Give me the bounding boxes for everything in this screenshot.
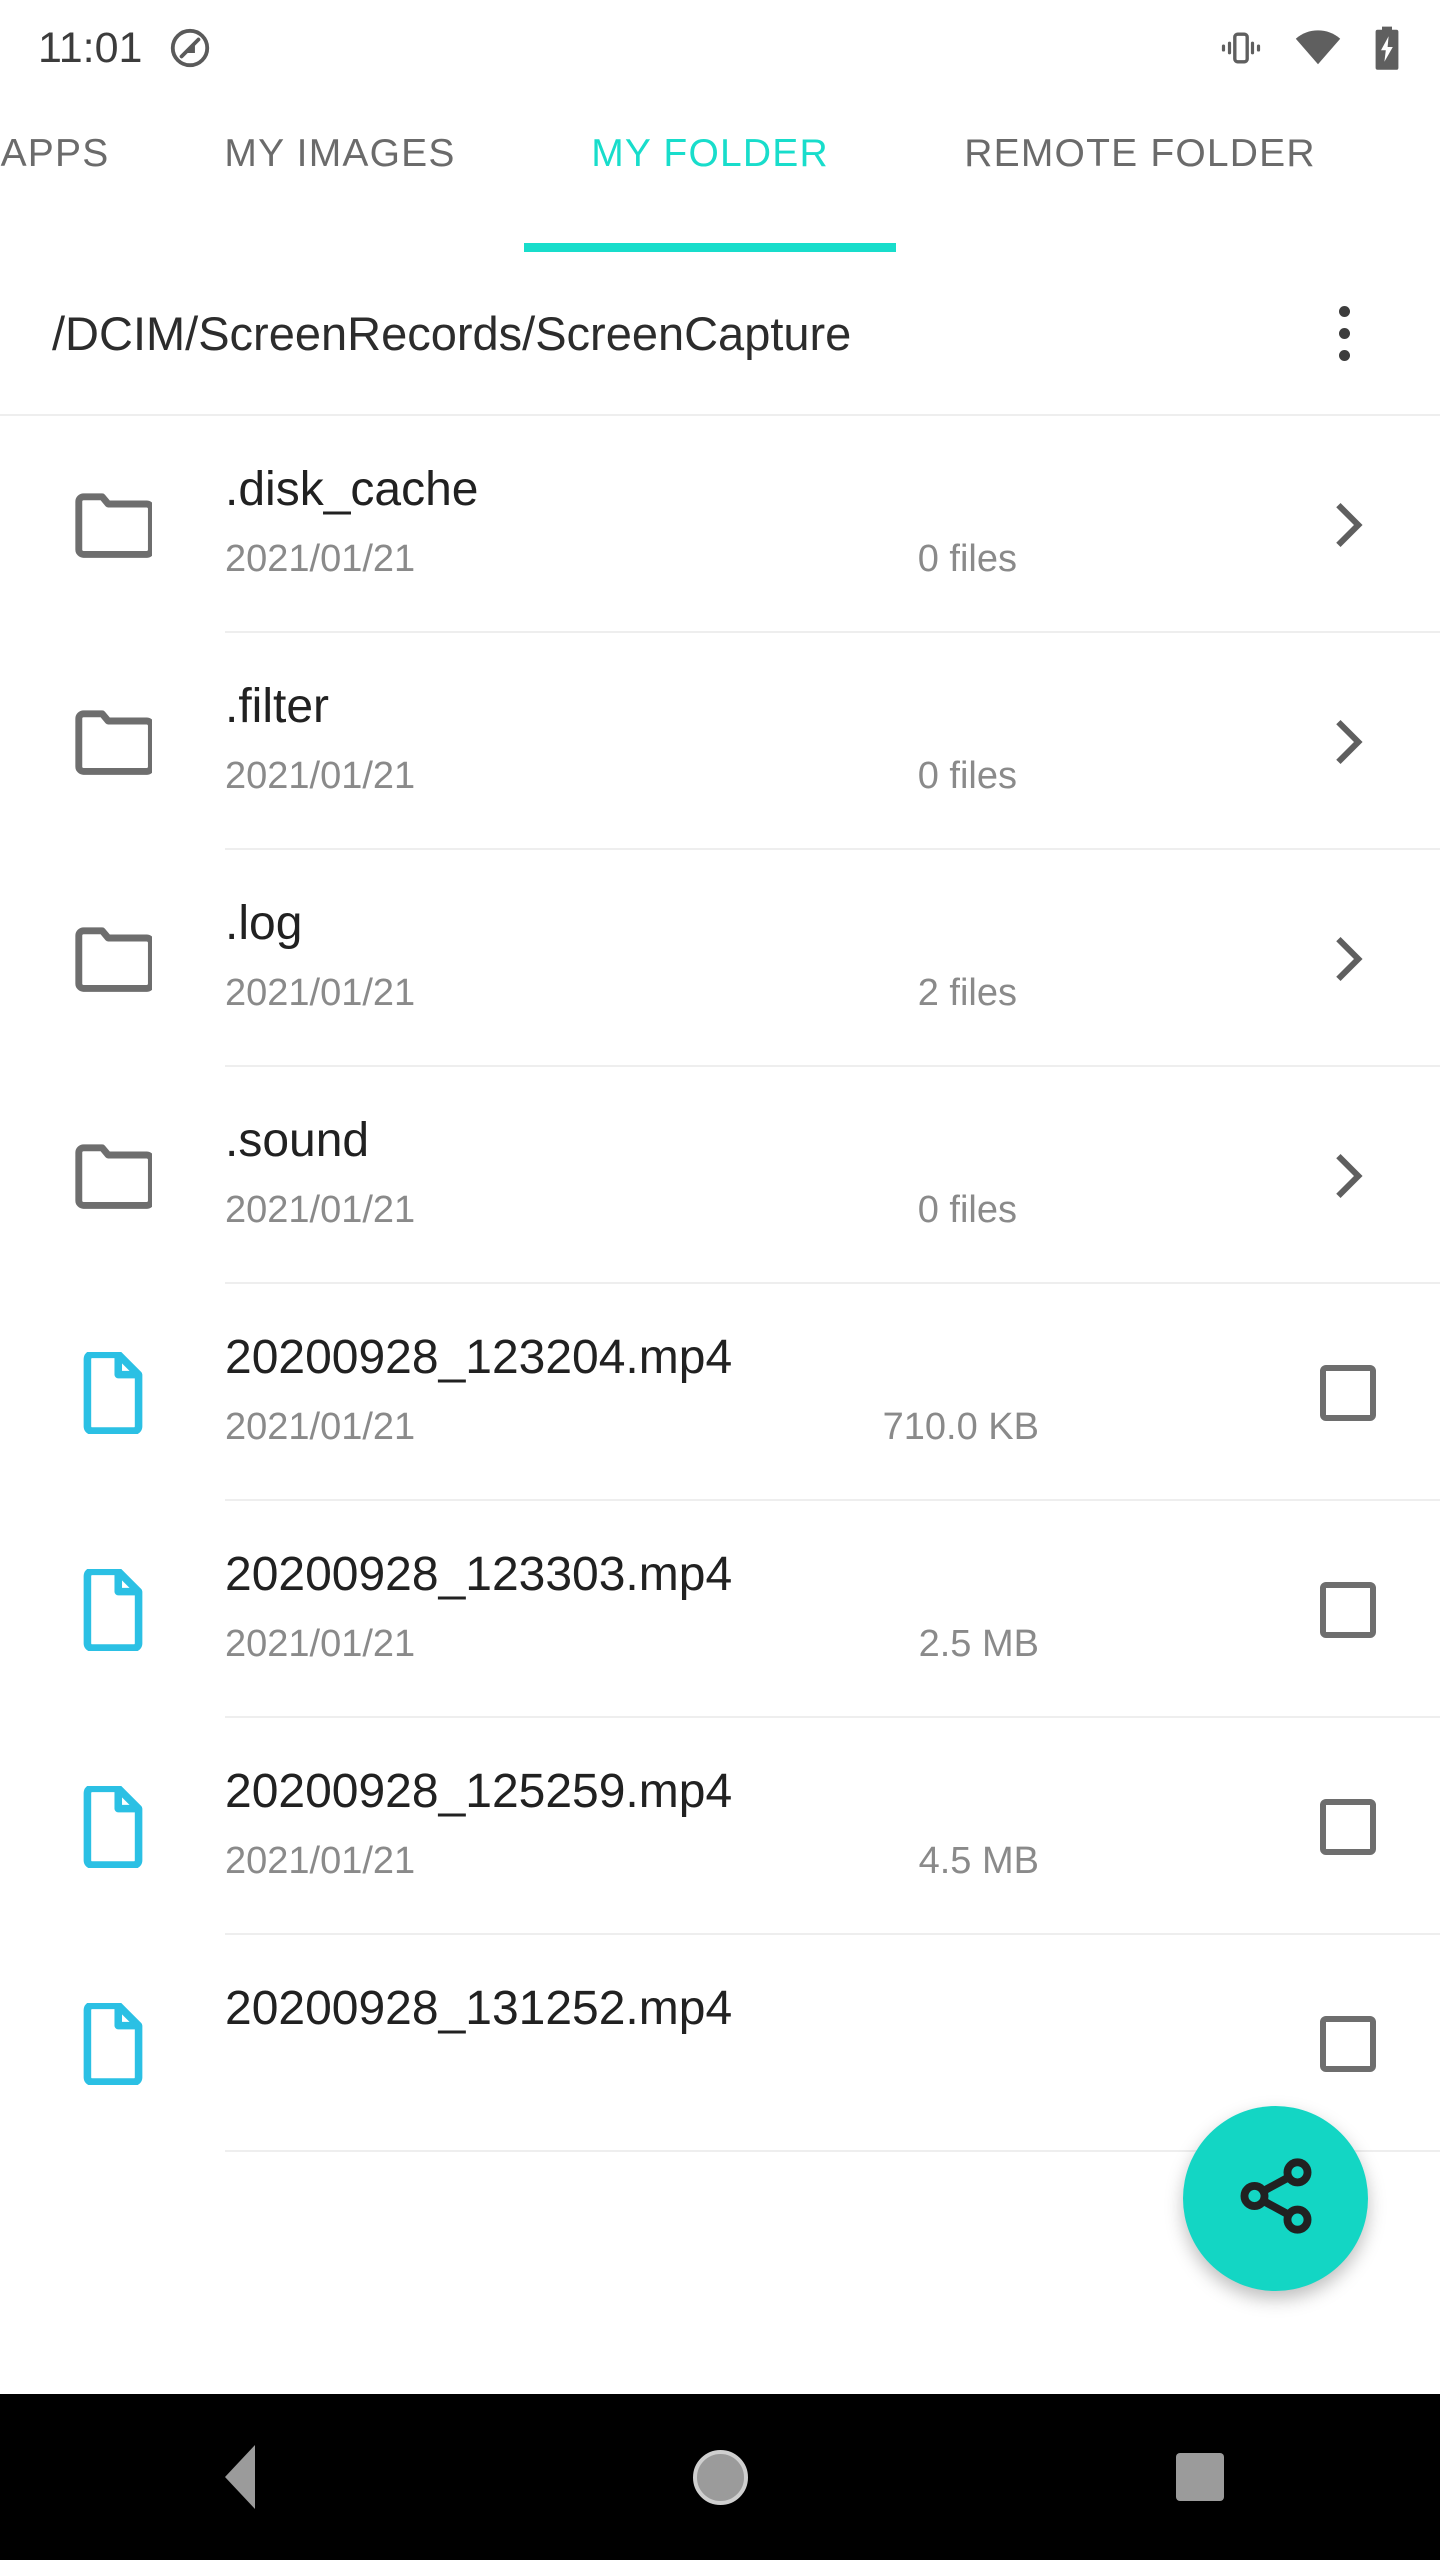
select-checkbox[interactable] <box>1255 1501 1440 1718</box>
folder-row[interactable]: .filter 2021/01/21 0 files <box>0 633 1440 850</box>
checkbox-icon[interactable] <box>1319 1581 1376 1638</box>
status-bar: 11:01 <box>0 0 1440 96</box>
row-content: 20200928_125259.mp4 2021/01/21 4.5 MB <box>225 1718 1255 1935</box>
wifi-icon <box>1294 29 1342 67</box>
kebab-dot <box>1338 349 1350 361</box>
kebab-dot <box>1338 305 1350 317</box>
share-fab[interactable] <box>1183 2106 1368 2291</box>
breadcrumb-path[interactable]: /DCIM/ScreenRecords/ScreenCapture <box>52 306 851 361</box>
file-icon <box>0 1785 225 1868</box>
file-list[interactable]: .disk_cache 2021/01/21 0 files .filter 2021… <box>0 416 1440 2394</box>
share-icon <box>1233 2153 1319 2244</box>
folder-icon <box>0 709 225 775</box>
row-content: 20200928_131252.mp4 <box>225 1935 1255 2152</box>
tab-my-folder-label: MY FOLDER <box>591 132 829 175</box>
status-clock: 11:01 <box>38 23 143 72</box>
nav-home-button[interactable] <box>610 2394 830 2560</box>
item-name: .disk_cache <box>225 463 479 516</box>
item-file-count: 0 files <box>917 755 1017 797</box>
folder-icon <box>0 1143 225 1209</box>
row-content: .sound 2021/01/21 0 files <box>225 1067 1255 1284</box>
nav-back-button[interactable] <box>130 2394 350 2560</box>
item-date: 2021/01/21 <box>225 1406 416 1448</box>
item-date: 2021/01/21 <box>225 1623 416 1665</box>
tab-apps[interactable]: APPS <box>0 96 170 252</box>
tab-bar: APPS MY IMAGES MY FOLDER REMOTE FOLDER <box>0 96 1440 252</box>
system-nav-bar <box>0 2394 1440 2560</box>
chevron-right-icon[interactable] <box>1255 1067 1440 1284</box>
file-row[interactable]: 20200928_131252.mp4 <box>0 1935 1440 2152</box>
item-name: .filter <box>225 680 330 733</box>
folder-icon <box>0 492 225 558</box>
folder-row[interactable]: .disk_cache 2021/01/21 0 files <box>0 416 1440 633</box>
item-name: 20200928_131252.mp4 <box>225 1982 733 2035</box>
file-row[interactable]: 20200928_125259.mp4 2021/01/21 4.5 MB <box>0 1718 1440 1935</box>
item-file-count: 2 files <box>917 972 1017 1014</box>
folder-icon <box>0 926 225 992</box>
item-name: 20200928_123204.mp4 <box>225 1331 733 1384</box>
vibrate-icon <box>1218 28 1264 68</box>
item-file-size: 2.5 MB <box>918 1623 1039 1665</box>
row-content: 20200928_123204.mp4 2021/01/21 710.0 KB <box>225 1284 1255 1501</box>
item-date: 2021/01/21 <box>225 972 416 1014</box>
recents-square-icon <box>1176 2453 1224 2501</box>
battery-charging-icon <box>1372 25 1402 71</box>
file-icon <box>0 1351 225 1434</box>
item-date: 2021/01/21 <box>225 538 416 580</box>
item-file-size: 710.0 KB <box>882 1406 1039 1448</box>
folder-row[interactable]: .sound 2021/01/21 0 files <box>0 1067 1440 1284</box>
checkbox-icon[interactable] <box>1319 1798 1376 1855</box>
row-content: .log 2021/01/21 2 files <box>225 850 1255 1067</box>
do-not-disturb-icon <box>168 26 212 70</box>
select-checkbox[interactable] <box>1255 1284 1440 1501</box>
folder-row[interactable]: .log 2021/01/21 2 files <box>0 850 1440 1067</box>
item-date: 2021/01/21 <box>225 1840 416 1882</box>
checkbox-icon[interactable] <box>1319 1364 1376 1421</box>
tab-my-images-label: MY IMAGES <box>224 132 456 175</box>
home-circle-icon <box>692 2449 748 2505</box>
status-bar-left: 11:01 <box>38 24 212 73</box>
item-name: 20200928_125259.mp4 <box>225 1765 733 1818</box>
tab-apps-label: APPS <box>0 132 110 175</box>
row-content: .filter 2021/01/21 0 files <box>225 633 1255 850</box>
item-date: 2021/01/21 <box>225 755 416 797</box>
item-file-size: 4.5 MB <box>918 1840 1039 1882</box>
kebab-dot <box>1338 327 1350 339</box>
row-content: 20200928_123303.mp4 2021/01/21 2.5 MB <box>225 1501 1255 1718</box>
file-row[interactable]: 20200928_123303.mp4 2021/01/21 2.5 MB <box>0 1501 1440 1718</box>
status-bar-right <box>1218 25 1402 71</box>
item-name: 20200928_123303.mp4 <box>225 1548 733 1601</box>
tab-remote-folder-label: REMOTE FOLDER <box>964 132 1316 175</box>
overflow-menu-button[interactable] <box>1304 278 1384 388</box>
nav-recents-button[interactable] <box>1090 2394 1310 2560</box>
tab-remote-folder[interactable]: REMOTE FOLDER <box>910 96 1370 252</box>
file-icon <box>0 2002 225 2085</box>
chevron-right-icon[interactable] <box>1255 850 1440 1067</box>
row-content: .disk_cache 2021/01/21 0 files <box>225 416 1255 633</box>
item-date: 2021/01/21 <box>225 1189 416 1231</box>
item-name: .log <box>225 897 303 950</box>
item-file-count: 0 files <box>917 538 1017 580</box>
item-name: .sound <box>225 1114 370 1167</box>
tab-my-images[interactable]: MY IMAGES <box>170 96 510 252</box>
chevron-right-icon[interactable] <box>1255 416 1440 633</box>
file-icon <box>0 1568 225 1651</box>
path-bar: /DCIM/ScreenRecords/ScreenCapture <box>0 252 1440 414</box>
file-row[interactable]: 20200928_123204.mp4 2021/01/21 710.0 KB <box>0 1284 1440 1501</box>
select-checkbox[interactable] <box>1255 1718 1440 1935</box>
chevron-right-icon[interactable] <box>1255 633 1440 850</box>
item-file-count: 0 files <box>917 1189 1017 1231</box>
back-triangle-icon <box>225 2445 255 2509</box>
tab-my-folder[interactable]: MY FOLDER <box>524 96 896 252</box>
app-screen: 11:01 APPS MY IMAGES MY FOLDER REMOTE FO… <box>0 0 1440 2560</box>
checkbox-icon[interactable] <box>1319 2015 1376 2072</box>
active-tab-indicator <box>524 243 896 252</box>
